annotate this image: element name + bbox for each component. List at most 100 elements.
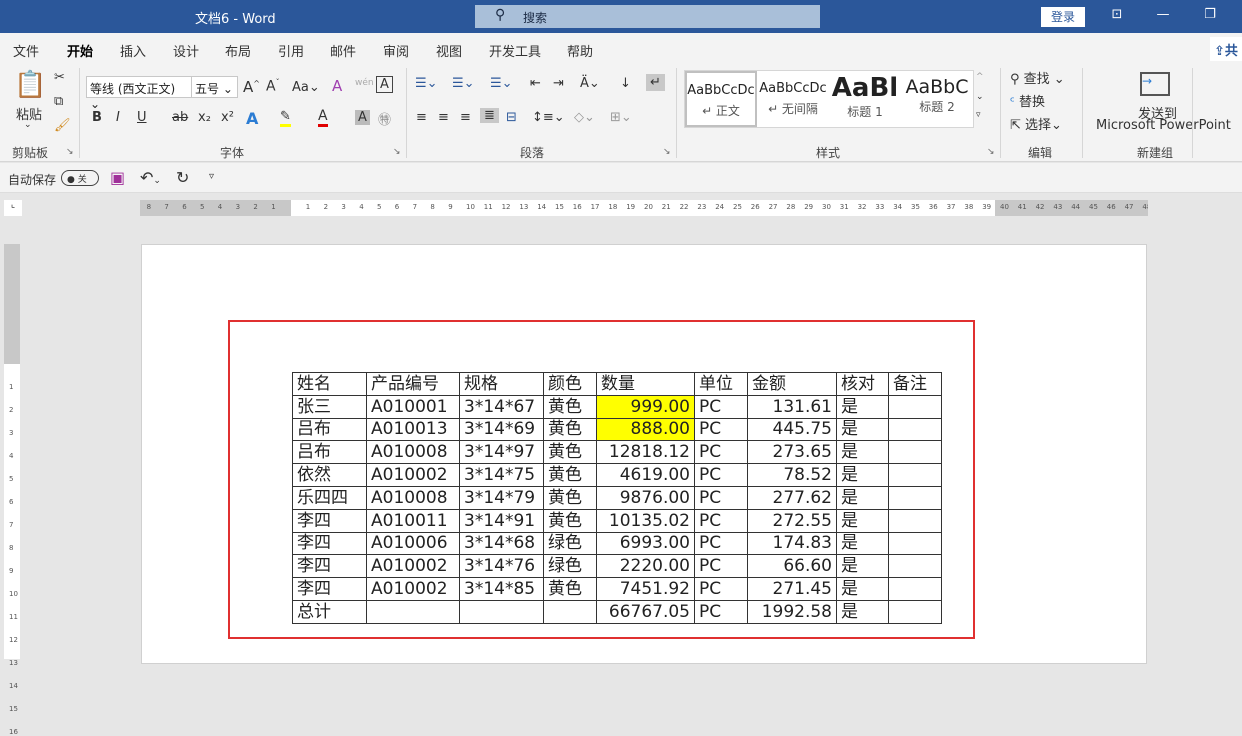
table-cell[interactable]: 黄色 [543, 463, 597, 487]
table-cell[interactable]: PC [694, 554, 748, 579]
font-size-select[interactable]: 五号 ⌄ [191, 76, 238, 98]
table-cell[interactable]: 6993.00 [596, 531, 695, 556]
table-cell[interactable]: 依然 [292, 463, 367, 487]
table-cell[interactable]: 12818.12 [596, 440, 695, 465]
table-header-cell[interactable]: 姓名 [292, 372, 367, 396]
strikethrough-button[interactable]: ab [172, 110, 188, 125]
table-cell[interactable]: 3*14*85 [459, 577, 544, 601]
tab-7[interactable]: 审阅 [383, 41, 409, 60]
table-cell[interactable]: 李四 [292, 554, 367, 579]
style-item-3[interactable]: AaBbC 标题 2 [901, 71, 973, 127]
table-cell[interactable]: PC [694, 508, 748, 533]
table-cell[interactable]: 3*14*76 [459, 554, 544, 579]
table-cell[interactable]: 445.75 [747, 417, 837, 442]
change-case-icon[interactable]: Aa⌄ [292, 80, 320, 95]
borders-icon[interactable]: ⊞⌄ [610, 110, 632, 125]
table-cell[interactable]: 李四 [292, 508, 367, 533]
table-cell[interactable]: 999.00 [596, 394, 695, 419]
table-cell[interactable]: A010013 [366, 417, 460, 442]
undo-icon[interactable]: ↶⌄ [140, 168, 161, 187]
sort-icon[interactable]: ↓ [620, 76, 631, 91]
tab-4[interactable]: 布局 [225, 41, 251, 60]
paste-icon[interactable]: 📋 [14, 70, 46, 100]
table-cell[interactable] [543, 599, 597, 624]
share-button[interactable]: ⇪共 [1210, 37, 1242, 61]
table-cell[interactable]: 66.60 [747, 554, 837, 579]
search-input[interactable]: ⚲ 搜索 [475, 5, 820, 28]
table-cell[interactable]: 是 [836, 599, 889, 624]
save-icon[interactable]: ▣ [110, 168, 125, 187]
table-cell[interactable]: 吕布 [292, 417, 367, 442]
table-cell[interactable]: PC [694, 463, 748, 487]
table-cell[interactable]: 9876.00 [596, 485, 695, 510]
bold-button[interactable]: B [92, 110, 102, 125]
asian-layout-icon[interactable]: Ä⌄ [580, 76, 600, 91]
table-cell[interactable]: PC [694, 417, 748, 442]
tab-1[interactable]: 开始 [67, 41, 94, 66]
style-item-2[interactable]: AaBl 标题 1 [829, 71, 901, 127]
table-cell[interactable]: PC [694, 394, 748, 419]
tab-6[interactable]: 邮件 [330, 41, 356, 60]
font-name-select[interactable]: 等线 (西文正文) ⌄ [86, 76, 192, 111]
table-cell[interactable] [888, 508, 942, 533]
table-cell[interactable] [888, 440, 942, 465]
tab-3[interactable]: 设计 [173, 41, 199, 60]
paste-dropdown-icon[interactable]: ⌄ [24, 120, 32, 130]
table-header-cell[interactable]: 核对 [836, 372, 889, 396]
table-header-cell[interactable]: 数量 [596, 372, 695, 396]
superscript-button[interactable]: x² [221, 110, 234, 125]
table-cell[interactable]: 张三 [292, 394, 367, 419]
customize-qat-icon[interactable]: ▿ [209, 171, 214, 182]
table-cell[interactable]: 277.62 [747, 485, 837, 510]
replace-button[interactable]: ᶜ 替换 [1010, 91, 1045, 110]
table-cell[interactable]: 78.52 [747, 463, 837, 487]
table-cell[interactable]: 黄色 [543, 577, 597, 601]
show-marks-icon[interactable]: ↵ [646, 74, 665, 91]
table-cell[interactable]: 131.61 [747, 394, 837, 419]
table-cell[interactable]: PC [694, 440, 748, 465]
table-cell[interactable]: 是 [836, 554, 889, 579]
table-cell[interactable] [888, 417, 942, 442]
table-header-cell[interactable]: 备注 [888, 372, 942, 396]
table-cell[interactable]: A010002 [366, 554, 460, 579]
format-painter-icon[interactable]: 🖌 [54, 118, 71, 133]
table-cell[interactable]: PC [694, 577, 748, 601]
table-cell[interactable]: PC [694, 531, 748, 556]
table-cell[interactable]: 3*14*79 [459, 485, 544, 510]
table-cell[interactable]: 黄色 [543, 394, 597, 419]
select-button[interactable]: ⇱ 选择⌄ [1010, 114, 1062, 133]
table-header-cell[interactable]: 金额 [747, 372, 837, 396]
table-cell[interactable] [888, 577, 942, 601]
table-header-cell[interactable]: 颜色 [543, 372, 597, 396]
table-cell[interactable] [888, 394, 942, 419]
table-cell[interactable] [888, 485, 942, 510]
table-cell[interactable]: 是 [836, 508, 889, 533]
table-cell[interactable] [366, 599, 460, 624]
table-header-cell[interactable]: 单位 [694, 372, 748, 396]
distributed-icon[interactable]: ⊟ [506, 110, 517, 125]
styles-scroll-down-icon[interactable]: ⌄ [976, 92, 984, 102]
numbering-icon[interactable]: ☰⌄ [452, 76, 475, 91]
increase-indent-icon[interactable]: ⇥ [553, 76, 564, 91]
table-cell[interactable]: 黄色 [543, 508, 597, 533]
table-cell[interactable]: PC [694, 599, 748, 624]
table-cell[interactable]: A010008 [366, 440, 460, 465]
ribbon-display-icon[interactable]: ⊡ [1107, 7, 1127, 22]
horizontal-ruler[interactable]: 8 7 6 5 4 3 2 1 1 2 3 4 5 6 7 8 9 10 11 12 13 14 15 16 17 18 19 20 2… [140, 200, 1148, 216]
clear-formatting-icon[interactable]: A [332, 77, 342, 95]
table-cell[interactable]: 272.55 [747, 508, 837, 533]
font-color-icon[interactable]: A [318, 108, 328, 127]
table-cell[interactable] [888, 599, 942, 624]
underline-button[interactable]: U [137, 110, 147, 125]
align-left-icon[interactable]: ≡ [416, 110, 427, 125]
table-cell[interactable]: 3*14*91 [459, 508, 544, 533]
tab-8[interactable]: 视图 [436, 41, 462, 60]
table-cell[interactable]: 是 [836, 577, 889, 601]
style-item-1[interactable]: AaBbCcDc ↵ 无间隔 [757, 71, 829, 127]
styles-scroll-up-icon[interactable]: ^ [976, 72, 984, 82]
tab-0[interactable]: 文件 [13, 41, 39, 60]
table-cell[interactable]: A010006 [366, 531, 460, 556]
cut-icon[interactable]: ✂ [54, 70, 65, 85]
table-cell[interactable]: 174.83 [747, 531, 837, 556]
powerpoint-icon[interactable]: → [1140, 72, 1170, 96]
